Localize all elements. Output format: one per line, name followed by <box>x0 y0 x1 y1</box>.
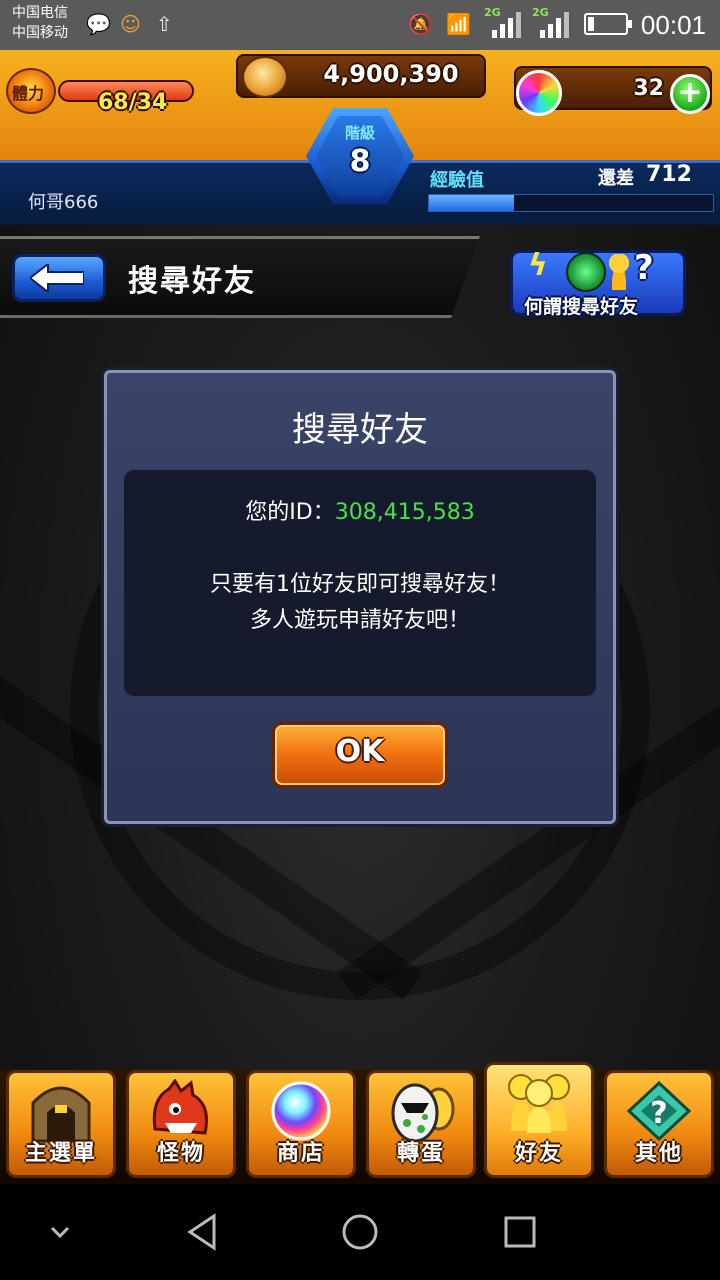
status-bar: 中国电信 中国移动 💬 ☺ ⇧ 🔕 📶 2G 2G 00:01 <box>0 0 720 50</box>
user-id-row: 您的ID：308,415,583 <box>124 494 596 526</box>
buy-orbs-button[interactable]: + <box>670 74 710 114</box>
exp-remaining-label: 還差 <box>598 168 634 189</box>
menu-other-button[interactable]: ? 其他 <box>604 1070 714 1178</box>
menu-label: 商店 <box>276 1141 325 1166</box>
menu-label: 好友 <box>514 1141 563 1166</box>
coin-count: 4,900,390 <box>323 60 459 88</box>
exp-remaining-value: 712 <box>646 162 692 187</box>
face-icon: ☺ <box>120 12 141 36</box>
friends-icon <box>508 1074 570 1133</box>
back-nav-icon[interactable] <box>182 1212 222 1252</box>
back-arrow-icon <box>30 264 84 292</box>
person-icon <box>608 254 630 290</box>
svg-text:?: ? <box>650 1096 667 1131</box>
wifi-icon: 📶 <box>446 12 471 36</box>
navigation-bar <box>0 1184 720 1280</box>
user-id-label: 您的ID： <box>245 500 335 525</box>
rank-value: 8 <box>349 144 371 179</box>
exp-fill <box>429 195 515 211</box>
signal-icon <box>492 8 522 38</box>
mute-icon: 🔕 <box>408 12 433 36</box>
stamina-value: 68/34 <box>98 90 168 115</box>
chat-icon: 💬 <box>86 12 111 36</box>
recents-nav-icon[interactable] <box>502 1214 538 1250</box>
user-id-value: 308,415,583 <box>334 500 475 525</box>
carrier-name: 中国移动 <box>12 25 68 41</box>
radar-icon <box>566 252 606 292</box>
exp-label: 經驗值 <box>430 170 484 191</box>
dialog-title: 搜尋好友 <box>292 410 428 450</box>
ok-button-label: OK <box>335 734 385 769</box>
menu-gacha-button[interactable]: 轉蛋 <box>366 1070 476 1178</box>
signal-icon <box>540 8 570 38</box>
carrier-name: 中国电信 <box>12 5 68 21</box>
upload-icon: ⇧ <box>156 12 173 36</box>
menu-label: 轉蛋 <box>396 1141 445 1166</box>
monster-icon <box>152 1079 208 1135</box>
hide-keyboard-icon[interactable] <box>48 1224 72 1240</box>
dialog-message: 多人遊玩申請好友吧！ <box>249 608 470 633</box>
menu-label: 主選單 <box>24 1141 97 1166</box>
battery-icon <box>584 13 632 35</box>
page-title: 搜尋好友 <box>128 264 256 299</box>
app-screen: 中国电信 中国移动 💬 ☺ ⇧ 🔕 📶 2G 2G 00:01 體力 68/34… <box>0 0 720 1280</box>
home-nav-icon[interactable] <box>340 1212 380 1252</box>
menu-friends-button[interactable]: 好友 <box>484 1062 594 1178</box>
menu-monster-button[interactable]: 怪物 <box>126 1070 236 1178</box>
menu-label: 其他 <box>634 1141 683 1166</box>
orb-count: 32 <box>633 76 664 101</box>
rainbow-orb-icon <box>516 70 562 116</box>
rank-label: 階級 <box>344 124 375 142</box>
help-label: 何謂搜尋好友 <box>524 296 639 318</box>
player-name: 何哥666 <box>28 192 99 213</box>
other-icon: ? <box>626 1080 692 1142</box>
exp-bar <box>428 194 714 212</box>
menu-label: 怪物 <box>156 1141 205 1166</box>
lightning-icon: ϟ <box>528 248 548 283</box>
stamina-label: 體力 <box>12 84 45 103</box>
egg-icon <box>391 1083 455 1143</box>
question-icon: ? <box>634 248 654 288</box>
coin-icon <box>242 56 288 98</box>
dialog-message: 只要有1位好友即可搜尋好友！ <box>210 572 510 597</box>
menu-shop-button[interactable]: 商店 <box>246 1070 356 1178</box>
clock: 00:01 <box>640 10 706 40</box>
gate-icon <box>31 1086 91 1143</box>
menu-main-button[interactable]: 主選單 <box>6 1070 116 1178</box>
rainbow-orb-icon <box>271 1081 331 1141</box>
